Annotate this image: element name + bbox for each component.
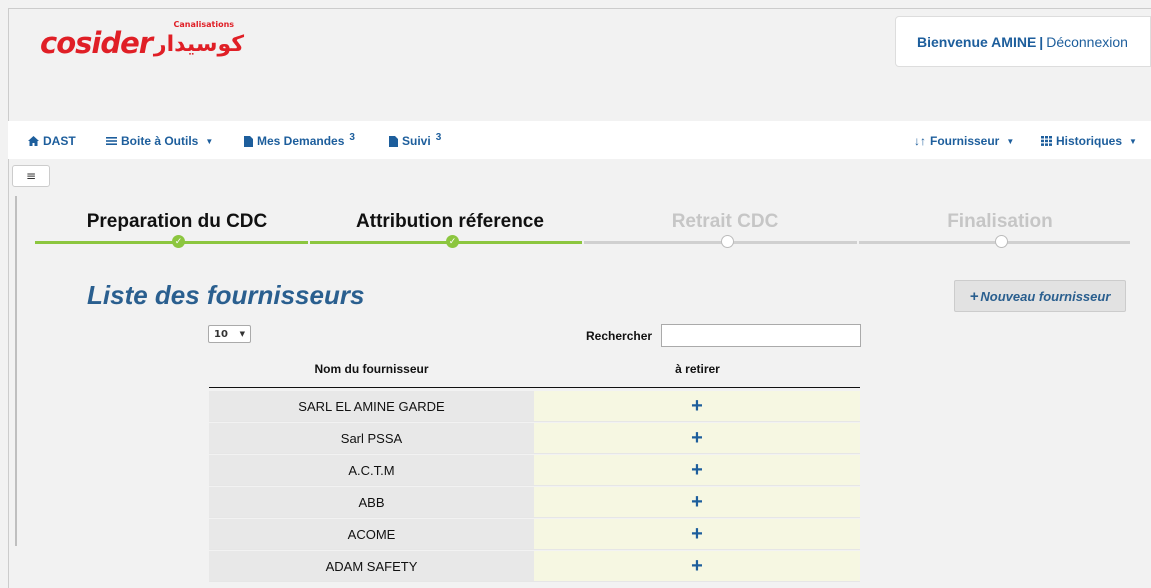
logo-subtitle: Canalisations <box>173 20 235 29</box>
nav-boite-a-outils[interactable]: Boite à Outils ▼ <box>106 134 213 148</box>
chevron-down-icon: ▼ <box>239 330 245 338</box>
file-icon <box>389 135 398 147</box>
nav-historiques[interactable]: Historiques ▼ <box>1041 134 1137 148</box>
action-cell: + <box>534 423 860 453</box>
page-length-select[interactable]: 10 ▼ <box>208 325 251 343</box>
logo-latin-text: cosider <box>40 26 153 60</box>
page-length-value: 10 <box>214 328 228 340</box>
nav-dast[interactable]: DAST <box>28 134 76 148</box>
action-cell: + <box>534 519 860 549</box>
step-4-circle-icon[interactable] <box>995 235 1008 248</box>
menu-icon <box>106 137 117 145</box>
step-2-label: Attribution réference <box>356 211 544 232</box>
column-header-name[interactable]: Nom du fournisseur <box>209 362 534 387</box>
step-3-label: Retrait CDC <box>671 211 779 232</box>
nav-mes-demandes-label: Mes Demandes <box>257 134 345 148</box>
chevron-down-icon: ▼ <box>205 136 214 146</box>
action-cell: + <box>534 487 860 517</box>
plus-icon: + <box>969 287 979 305</box>
table-row: SARL EL AMINE GARDE + <box>209 391 860 422</box>
action-cell: + <box>534 455 860 485</box>
nav-mes-demandes[interactable]: Mes Demandes 3 <box>244 131 355 148</box>
home-icon <box>28 136 39 146</box>
supplier-name: ADAM SAFETY <box>209 551 534 581</box>
add-icon[interactable]: + <box>691 396 703 416</box>
nav-mes-demandes-badge: 3 <box>349 131 355 143</box>
step-4-label: Finalisation <box>947 211 1053 232</box>
nav-suivi-label: Suivi <box>402 134 431 148</box>
logout-link[interactable]: Déconnexion <box>1046 34 1128 50</box>
action-cell: + <box>534 551 860 581</box>
main-navbar: DAST Boite à Outils ▼ Mes Demandes 3 Sui… <box>8 121 1151 159</box>
new-supplier-label: Nouveau fournisseur <box>980 288 1111 304</box>
add-icon[interactable]: + <box>691 524 703 544</box>
nav-dast-label: DAST <box>43 134 76 148</box>
logo-arabic-block: Canalisations كوسيدار <box>153 20 245 58</box>
new-supplier-button[interactable]: + Nouveau fournisseur <box>954 280 1126 312</box>
chevron-down-icon: ▼ <box>1006 136 1015 146</box>
table-header-divider <box>209 387 860 388</box>
step-1-check-icon[interactable]: ✓ <box>172 235 185 248</box>
nav-fournisseur-label: Fournisseur <box>930 134 1000 148</box>
supplier-name: SARL EL AMINE GARDE <box>209 391 534 421</box>
welcome-text: Bienvenue AMINE <box>917 33 1037 50</box>
supplier-name: ABB <box>209 487 534 517</box>
page-title: Liste des fournisseurs <box>87 280 365 310</box>
sort-icon: ↓↑ <box>914 134 926 148</box>
table-row: A.C.T.M + <box>209 455 860 486</box>
nav-historiques-label: Historiques <box>1056 134 1123 148</box>
nav-boite-label: Boite à Outils <box>121 134 199 148</box>
supplier-name: Sarl PSSA <box>209 423 534 453</box>
table-row: ABB + <box>209 487 860 518</box>
sidebar-toggle-button[interactable]: ≡ <box>12 165 50 187</box>
table-row: Sarl PSSA + <box>209 423 860 454</box>
action-cell: + <box>534 391 860 421</box>
welcome-separator: | <box>1039 33 1044 50</box>
search-label: Rechercher <box>586 329 653 343</box>
grid-icon <box>1041 136 1052 146</box>
search-input[interactable] <box>661 324 861 347</box>
add-icon[interactable]: + <box>691 460 703 480</box>
supplier-name: ACOME <box>209 519 534 549</box>
file-icon <box>244 135 253 147</box>
table-row: ACOME + <box>209 519 860 550</box>
table-row: ADAM SAFETY + <box>209 551 860 582</box>
step-2-check-icon[interactable]: ✓ <box>446 235 459 248</box>
nav-fournisseur[interactable]: ↓↑ Fournisseur ▼ <box>914 134 1014 148</box>
sidebar-divider <box>15 196 17 546</box>
nav-suivi-badge: 3 <box>435 131 442 143</box>
cosider-logo[interactable]: cosider Canalisations كوسيدار <box>40 20 245 60</box>
step-1-label: Preparation du CDC <box>86 211 268 232</box>
add-icon[interactable]: + <box>691 428 703 448</box>
nav-suivi[interactable]: Suivi 3 <box>389 131 442 148</box>
add-icon[interactable]: + <box>691 556 703 576</box>
column-header-action[interactable]: à retirer <box>535 362 860 387</box>
add-icon[interactable]: + <box>691 492 703 512</box>
chevron-down-icon: ▼ <box>1129 136 1137 146</box>
supplier-name: A.C.T.M <box>209 455 534 485</box>
welcome-box: Bienvenue AMINE | Déconnexion <box>895 16 1151 67</box>
align-right-icon: ≡ <box>25 169 37 183</box>
logo-arabic-text: كوسيدار <box>153 32 245 57</box>
step-3-circle-icon[interactable] <box>721 235 734 248</box>
